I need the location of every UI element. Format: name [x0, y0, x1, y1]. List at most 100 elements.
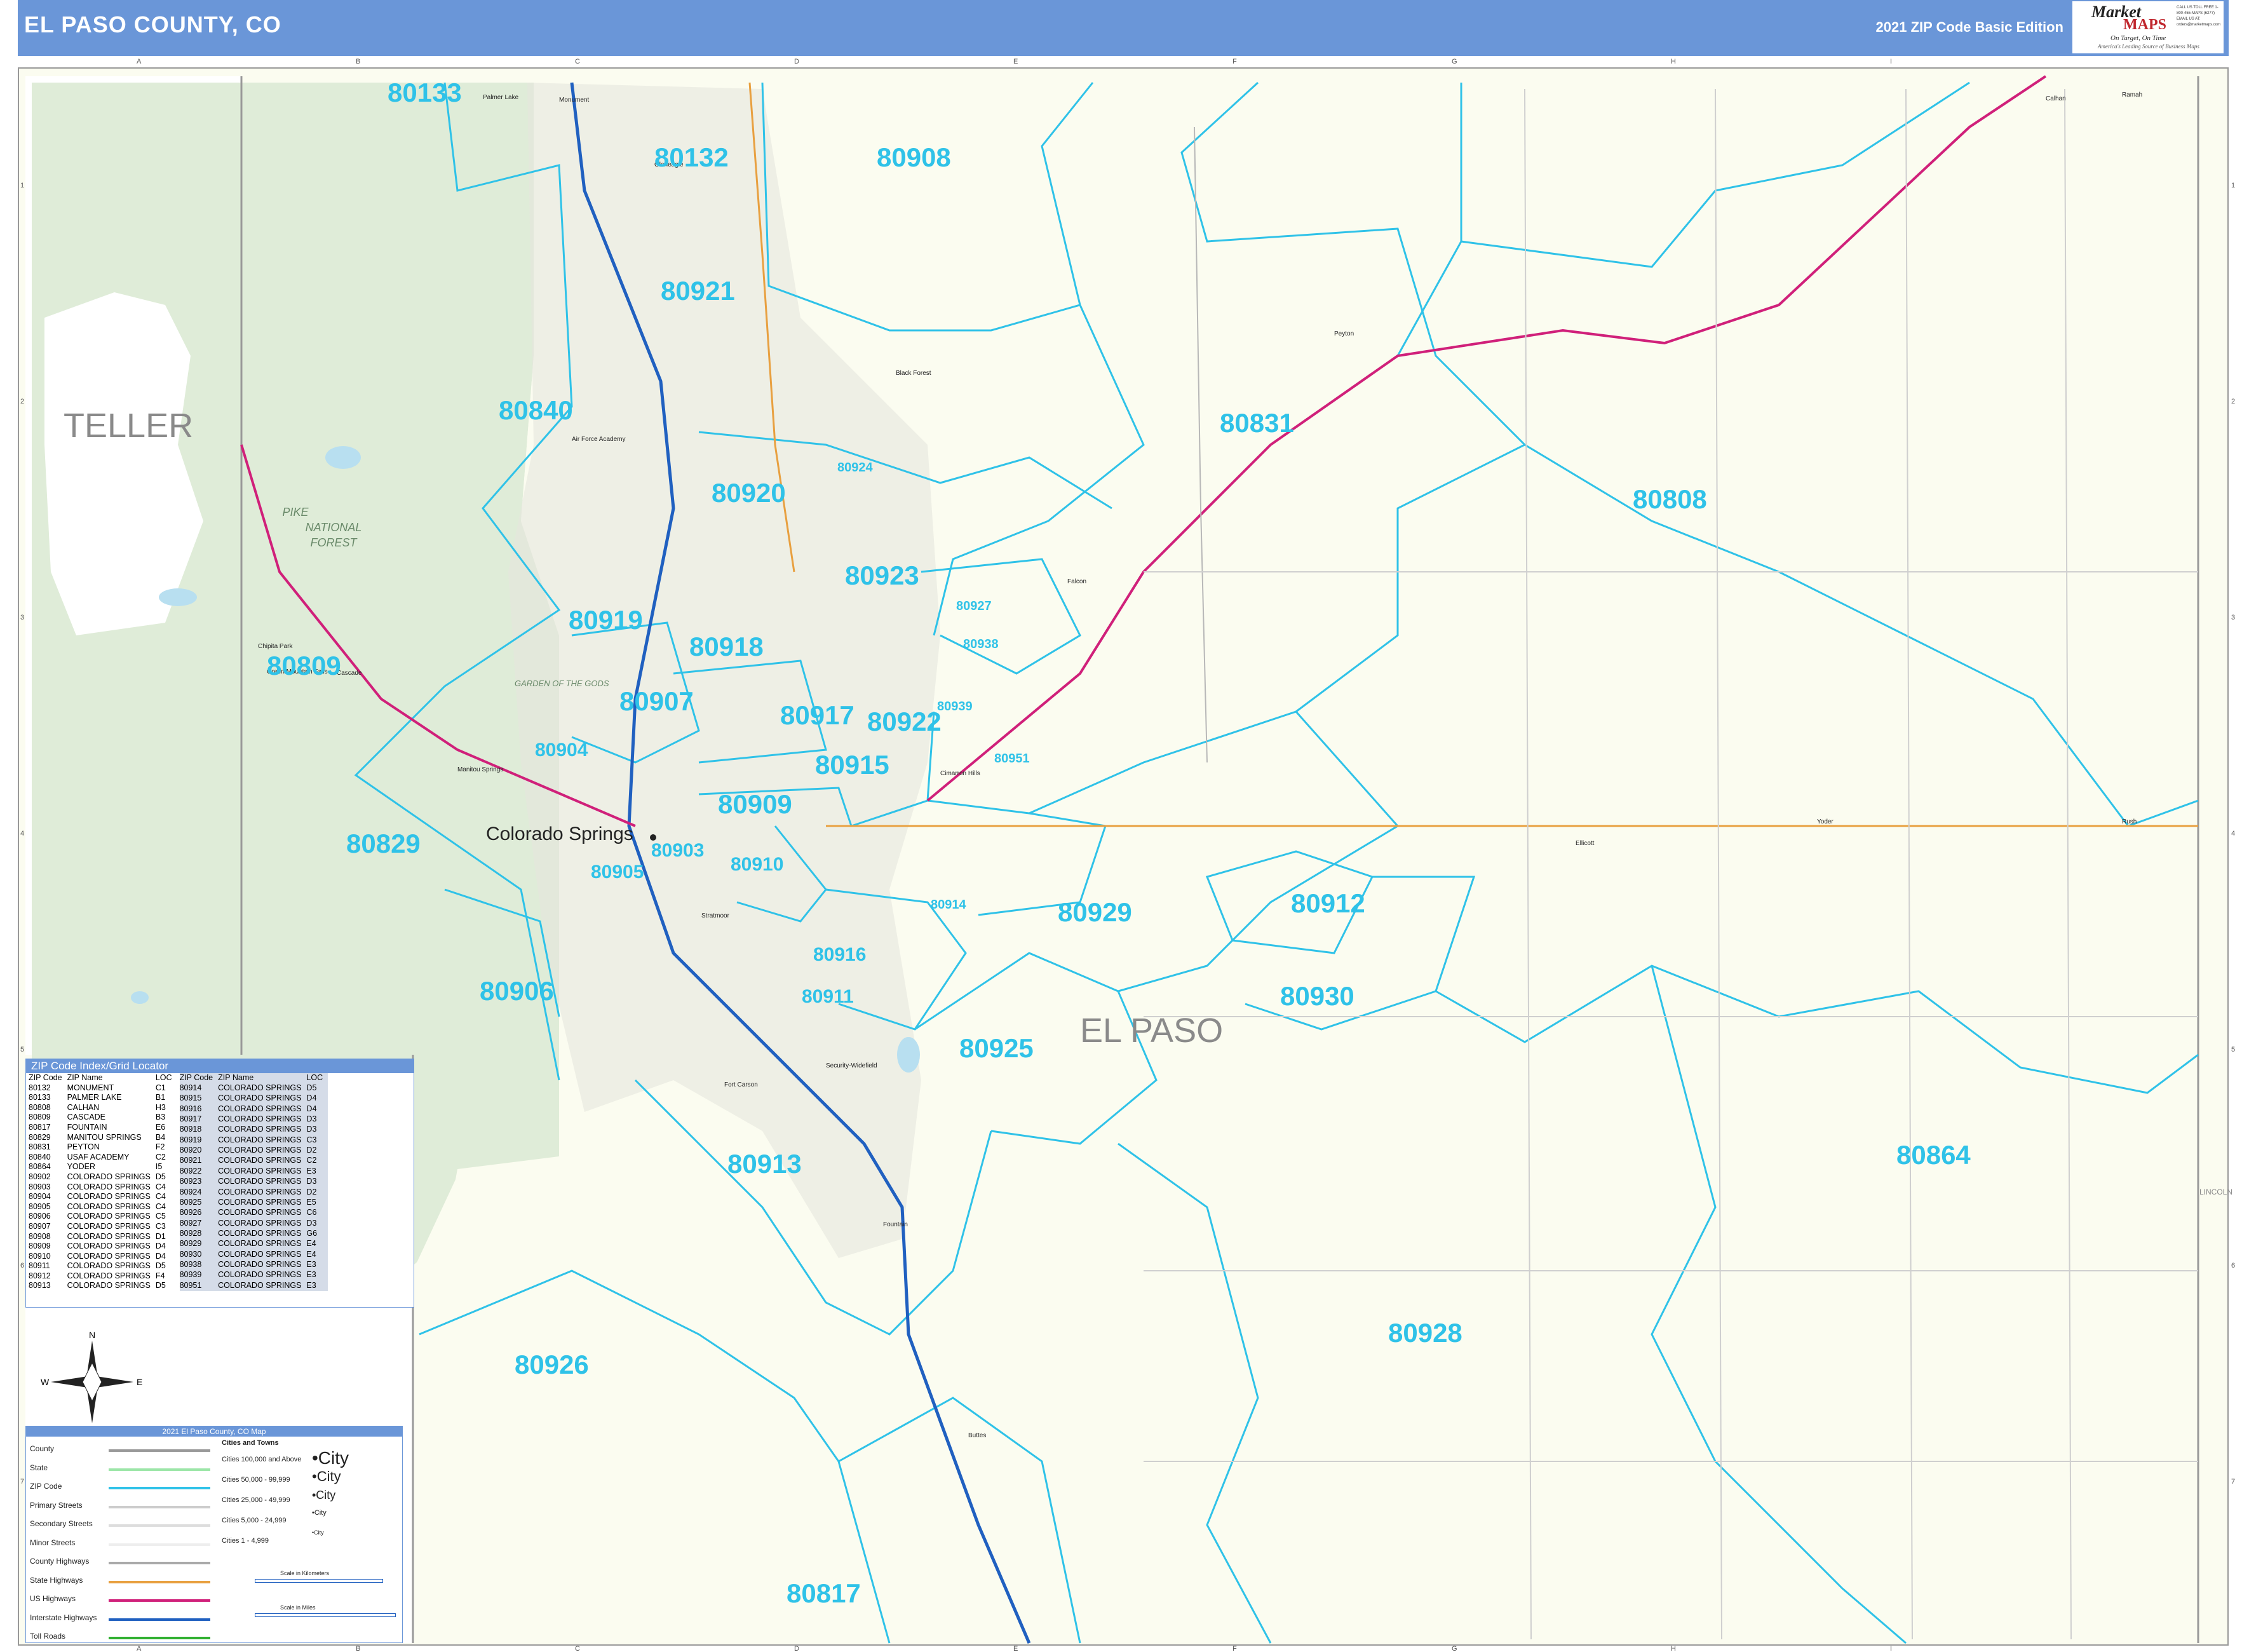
index-cell: D5 [155, 1172, 166, 1181]
index-cell: E3 [306, 1260, 316, 1269]
index-row: 80904 COLORADO SPRINGS C4 [29, 1192, 177, 1202]
zip-label-80913: 80913 [727, 1149, 802, 1179]
index-cell: COLORADO SPRINGS [218, 1249, 302, 1259]
index-row: 80917 COLORADO SPRINGS D3 [180, 1114, 328, 1125]
index-cell: COLORADO SPRINGS [218, 1104, 302, 1113]
grid-column-label: A [137, 1645, 142, 1652]
index-row: 80920 COLORADO SPRINGS D2 [180, 1146, 328, 1156]
legend-row: State Highways [30, 1575, 83, 1585]
index-row: 80912 COLORADO SPRINGS F4 [29, 1271, 177, 1282]
index-cell: 80132 [29, 1083, 51, 1092]
place-label: Palmer Lake [483, 94, 519, 101]
zip-label-80909: 80909 [718, 789, 792, 819]
index-cell: E3 [306, 1166, 316, 1175]
grid-column-label: I [1890, 1645, 1892, 1652]
index-cell: 80924 [179, 1187, 202, 1196]
index-cell: COLORADO SPRINGS [218, 1197, 302, 1207]
index-cell: B4 [155, 1132, 166, 1142]
grid-column-label: H [1671, 58, 1676, 65]
grid-row-label: 3 [2231, 614, 2235, 621]
index-cell: D4 [306, 1093, 317, 1103]
index-cell: COLORADO SPRINGS [218, 1156, 302, 1165]
index-row: 80132 MONUMENT C1 [29, 1083, 177, 1093]
grid-row-label: 2 [20, 398, 24, 405]
county-label-teller: TELLER [64, 407, 193, 445]
index-header-zip: ZIP Code [29, 1073, 62, 1082]
zip-label-80903: 80903 [651, 840, 704, 861]
zip-label-80864: 80864 [1896, 1140, 1971, 1170]
legend-scale-km-bar [255, 1579, 383, 1583]
index-row: 80902 COLORADO SPRINGS D5 [29, 1172, 177, 1182]
grid-row-label: 2 [2231, 398, 2235, 405]
grid-row-label: 7 [2231, 1478, 2235, 1486]
legend-city-sample: •City [312, 1509, 327, 1517]
index-cell: 80907 [29, 1221, 51, 1231]
zip-label-80912: 80912 [1291, 888, 1365, 918]
legend-city-sample: •City [312, 1529, 324, 1536]
grid-row-label: 1 [2231, 182, 2235, 189]
teller-clearing [44, 292, 203, 635]
index-cell: E4 [306, 1239, 316, 1249]
index-cell: D4 [155, 1242, 166, 1251]
index-header-name: ZIP Name [67, 1073, 103, 1082]
index-cell: 80905 [29, 1202, 51, 1211]
index-row: 80809 CASCADE B3 [29, 1113, 177, 1123]
index-row: 80918 COLORADO SPRINGS D3 [180, 1125, 328, 1135]
index-cell: YODER [67, 1162, 96, 1172]
map-canvas[interactable]: A A B B C C D D E E F F G G H H I I 1 1 2 2 3 3 4 4 5 5 6 6 7 7 TELLER… [0, 0, 2242, 1652]
index-cell: D3 [306, 1177, 317, 1186]
zip-label-80132: 80132 [654, 142, 729, 172]
grid-column-label: G [1452, 58, 1457, 65]
zip-label-80916: 80916 [813, 944, 866, 965]
grid-row-label: 5 [20, 1046, 24, 1053]
legend-scale-mi-bar [255, 1613, 396, 1617]
index-cell: 80906 [29, 1212, 51, 1221]
index-cell: C3 [306, 1135, 317, 1144]
index-cell: 80917 [179, 1114, 202, 1124]
index-cell: 80910 [29, 1251, 51, 1261]
index-row: 80926 COLORADO SPRINGS C6 [180, 1208, 328, 1218]
legend-swatch [109, 1637, 210, 1639]
index-row: 80915 COLORADO SPRINGS D4 [180, 1093, 328, 1104]
legend-swatch [109, 1449, 210, 1452]
index-header-name: ZIP Name [218, 1073, 254, 1082]
index-cell: 80840 [29, 1152, 51, 1161]
legend-cities-title: Cities and Towns [222, 1439, 279, 1447]
lake-4 [131, 991, 149, 1004]
index-cell: D2 [306, 1187, 317, 1196]
index-cell: I5 [155, 1162, 163, 1172]
legend-row: Secondary Streets [30, 1519, 93, 1528]
legend-row: US Highways [30, 1594, 76, 1603]
map-legend: 2021 El Paso County, CO Map County State Z… [25, 1426, 403, 1643]
index-cell: 80911 [29, 1261, 50, 1271]
index-cell: COLORADO SPRINGS [67, 1212, 151, 1221]
zip-index-title: ZIP Code Index/Grid Locator [26, 1059, 414, 1073]
index-row: 80808 CALHAN H3 [29, 1103, 177, 1113]
index-cell: FOUNTAIN [67, 1122, 107, 1132]
index-row: 80923 COLORADO SPRINGS D3 [180, 1177, 328, 1187]
index-cell: E5 [306, 1197, 316, 1207]
place-label: Rush [2122, 818, 2137, 825]
index-row: 80924 COLORADO SPRINGS D2 [180, 1187, 328, 1197]
legend-city-sample: •City [312, 1448, 349, 1468]
legend-row: State [30, 1463, 48, 1472]
index-cell: COLORADO SPRINGS [218, 1146, 302, 1155]
index-cell: COLORADO SPRINGS [67, 1182, 151, 1191]
index-cell: D5 [306, 1083, 317, 1092]
index-cell: COLORADO SPRINGS [218, 1125, 302, 1134]
lake-3 [897, 1037, 920, 1073]
legend-swatch [109, 1618, 210, 1621]
index-cell: COLORADO SPRINGS [67, 1281, 151, 1290]
zip-index-panel: ZIP Code Index/Grid Locator ZIP Code ZIP… [25, 1059, 414, 1308]
grid-column-label: E [1013, 1645, 1018, 1652]
index-cell: 80938 [179, 1260, 202, 1269]
zip-label-80918: 80918 [689, 632, 764, 661]
index-cell: COLORADO SPRINGS [67, 1192, 151, 1202]
legend-city-sample: •City [312, 1468, 341, 1484]
index-cell: 80939 [179, 1270, 202, 1280]
legend-swatch [109, 1468, 210, 1471]
index-header-zip: ZIP Code [179, 1073, 213, 1082]
zip-label-80911: 80911 [802, 986, 854, 1007]
zip-label-80907: 80907 [619, 686, 694, 716]
index-row: 80903 COLORADO SPRINGS C4 [29, 1182, 177, 1193]
